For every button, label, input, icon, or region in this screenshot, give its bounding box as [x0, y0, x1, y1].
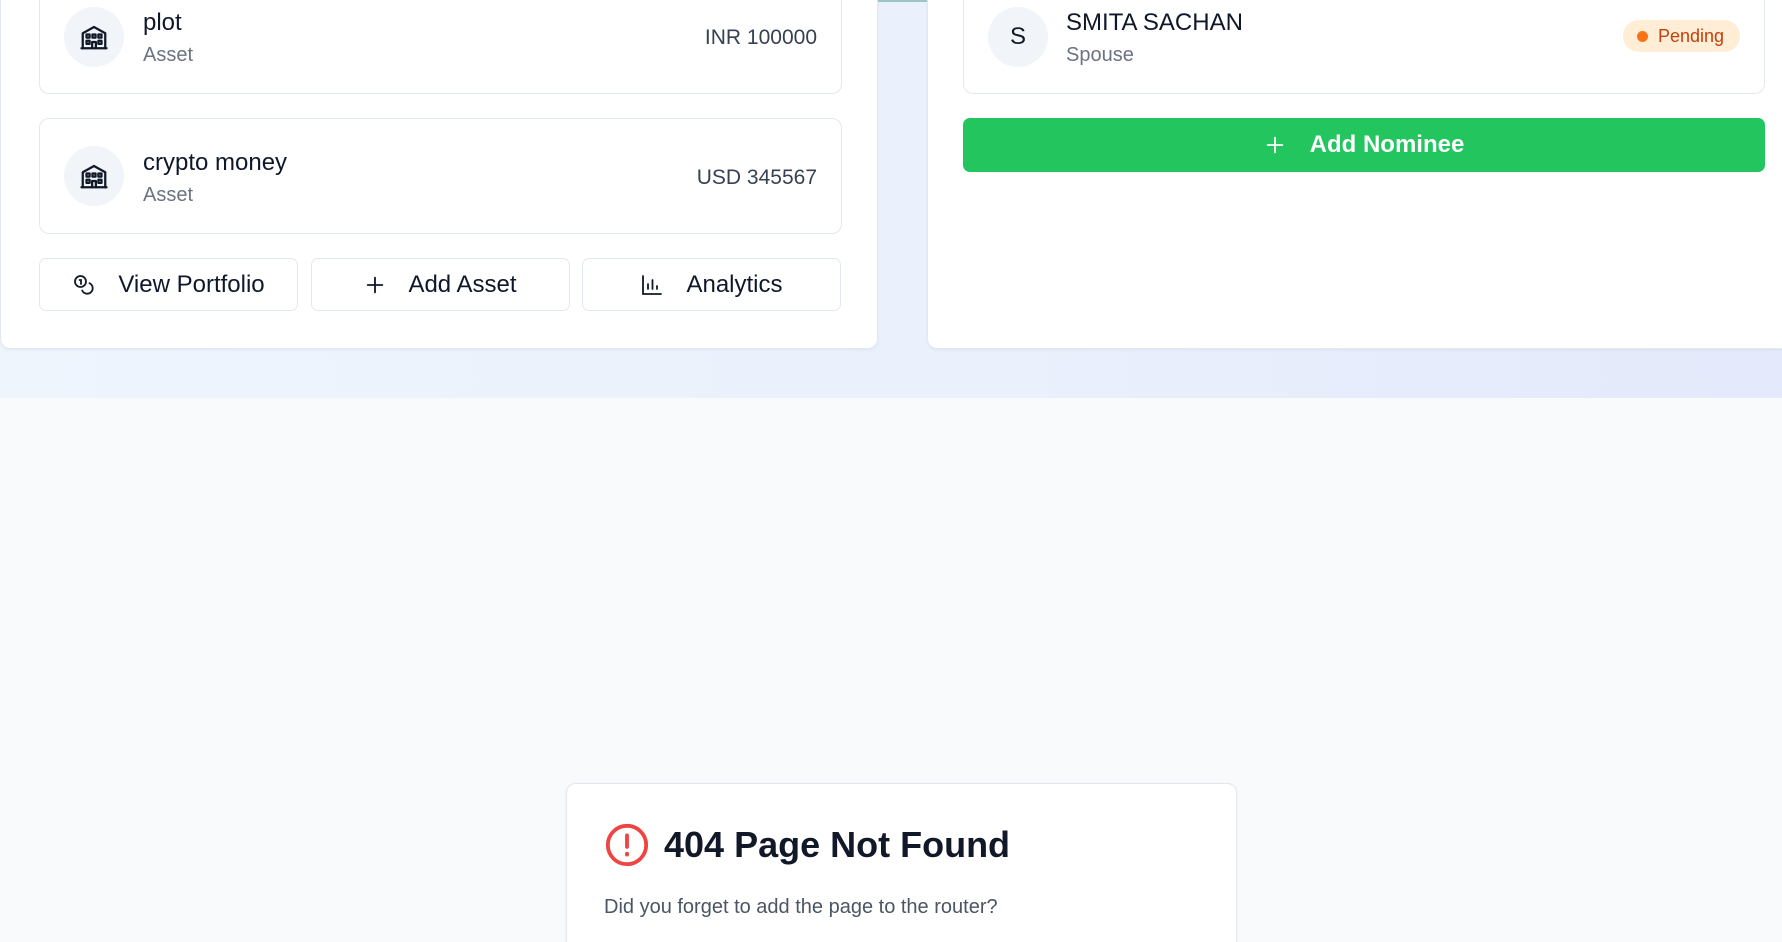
add-asset-label: Add Asset	[408, 270, 517, 298]
add-asset-button[interactable]: Add Asset	[311, 258, 570, 311]
asset-amount: INR 100000	[704, 26, 817, 49]
asset-amount: USD 345567	[696, 166, 817, 189]
nominee-name: SMITA SACHAN	[1066, 9, 1243, 36]
avatar: S	[988, 7, 1048, 67]
view-portfolio-label: View Portfolio	[118, 270, 265, 298]
analytics-label: Analytics	[686, 270, 783, 298]
not-found-message: Did you forget to add the page to the ro…	[604, 896, 998, 918]
nominees-panel: S SMITA SACHAN Spouse Pending Add Nomine…	[927, 0, 1782, 349]
alert-circle-icon	[604, 822, 650, 868]
coins-icon	[72, 273, 96, 297]
asset-title: plot	[143, 9, 182, 36]
view-portfolio-button[interactable]: View Portfolio	[39, 258, 298, 311]
status-badge: Pending	[1622, 20, 1740, 52]
not-found-title: 404 Page Not Found	[664, 824, 1011, 865]
add-nominee-label: Add Nominee	[1309, 131, 1465, 158]
plus-icon	[364, 274, 386, 296]
building-icon	[64, 7, 124, 67]
bar-chart-icon	[640, 273, 664, 297]
asset-title: crypto money	[143, 149, 288, 176]
asset-type: Asset	[143, 44, 194, 66]
add-nominee-button[interactable]: Add Nominee	[963, 118, 1765, 172]
not-found-heading: 404 Page Not Found	[604, 822, 1010, 868]
asset-card[interactable]: plot Asset INR 100000	[39, 0, 842, 94]
analytics-button[interactable]: Analytics	[582, 258, 841, 311]
status-text: Pending	[1657, 25, 1724, 46]
nominee-relation: Spouse	[1066, 44, 1134, 66]
not-found-card: 404 Page Not Found Did you forget to add…	[566, 783, 1237, 942]
assets-panel: plot Asset INR 100000 crypto money Asset…	[0, 0, 878, 349]
status-dot-icon	[1636, 30, 1648, 42]
asset-card[interactable]: crypto money Asset USD 345567	[39, 118, 842, 234]
building-icon	[64, 146, 124, 206]
plus-icon	[1264, 134, 1286, 156]
nominee-card[interactable]: S SMITA SACHAN Spouse Pending	[963, 0, 1765, 94]
asset-type: Asset	[143, 184, 194, 206]
